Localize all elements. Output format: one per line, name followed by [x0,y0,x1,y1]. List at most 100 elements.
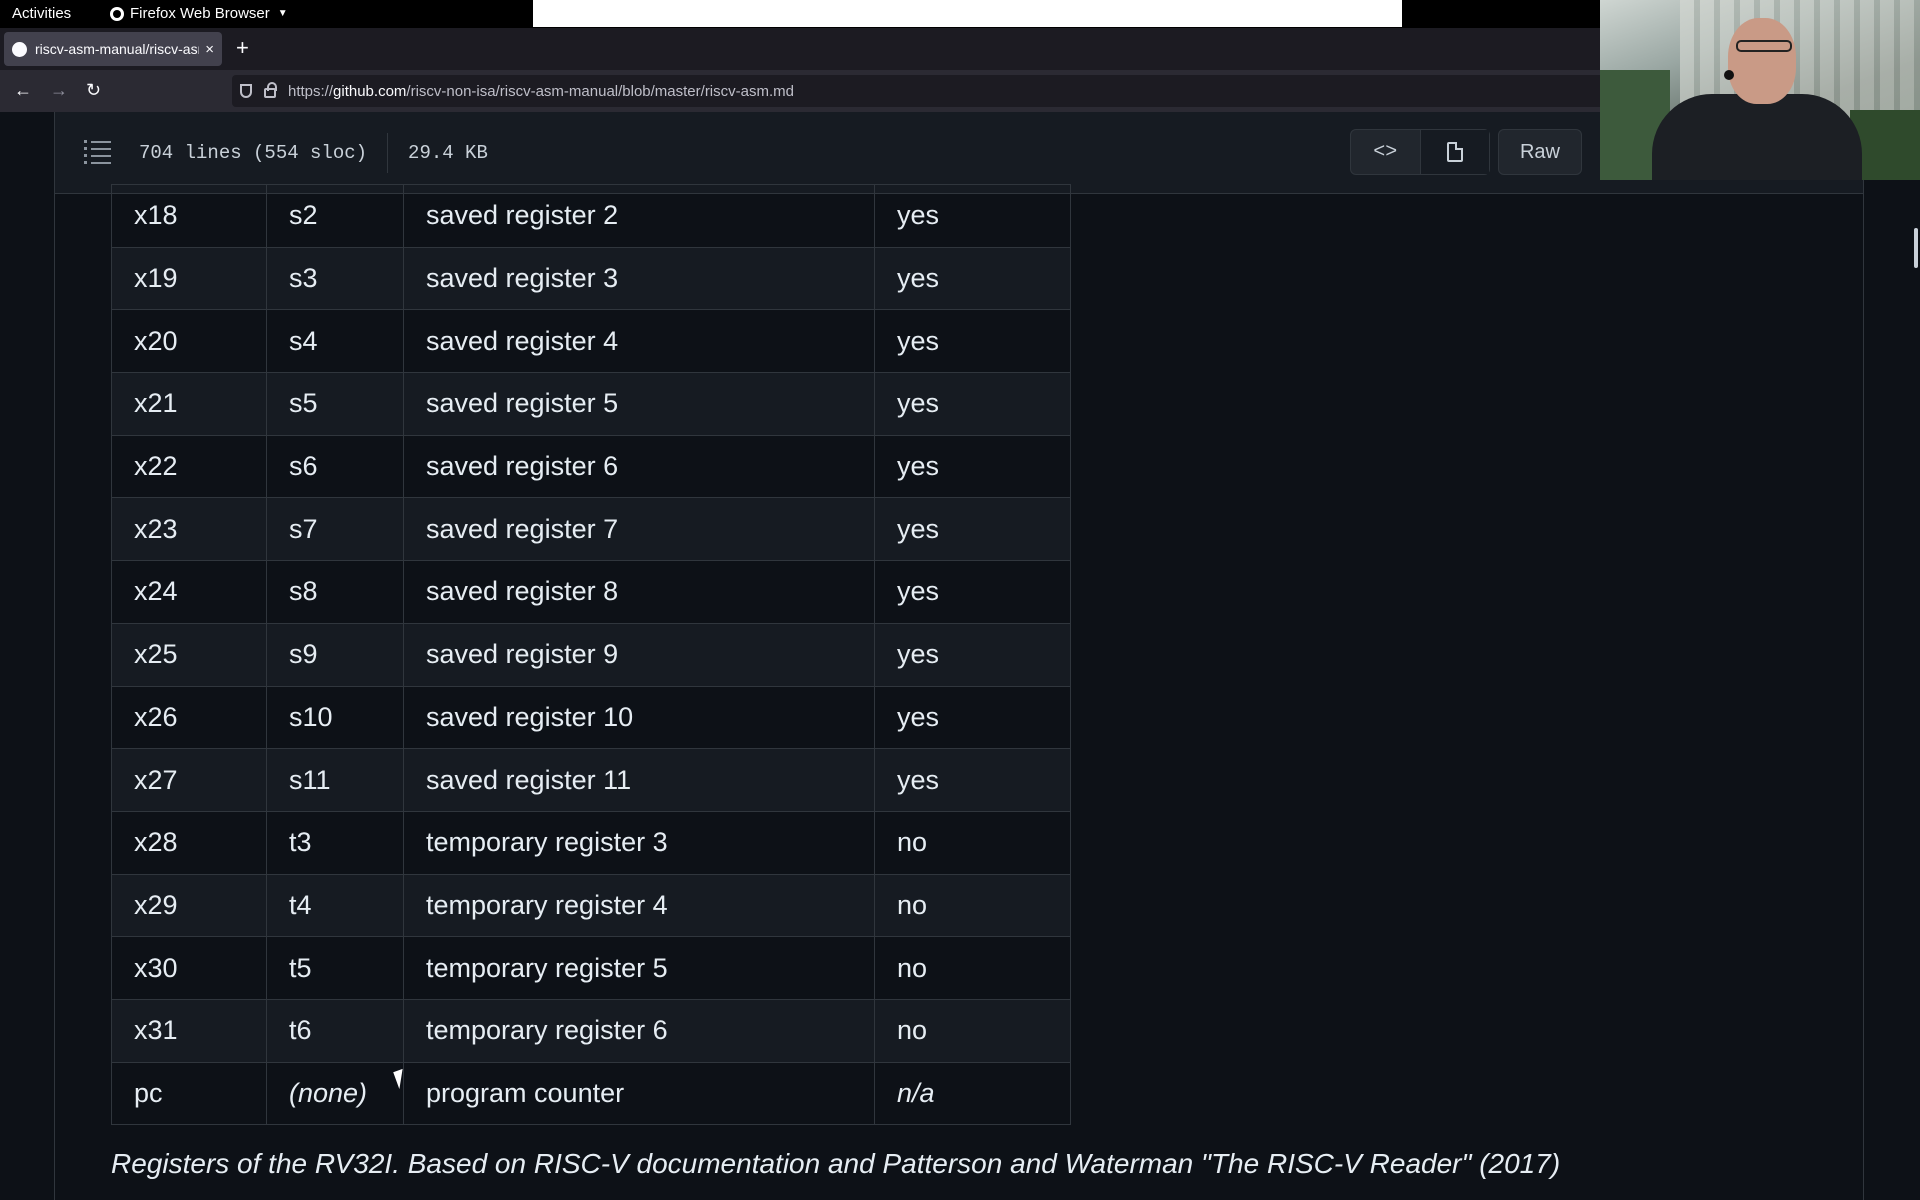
forward-arrow-icon[interactable]: → [50,80,68,101]
abi-name-cell: s5 [266,372,404,436]
url-bar[interactable]: https://github.com/riscv-non-isa/riscv-a… [232,75,1732,107]
register-name-cell: x23 [111,497,267,562]
abi-name-cell: s11 [266,748,404,812]
table-row: x24 s8 saved register 8 yes [111,560,1071,624]
saved-cell: yes [874,434,1071,499]
url-host: github.com [333,82,407,100]
abi-name-cell: t4 [266,873,404,938]
abi-name-cell: s3 [266,246,404,311]
description-cell: saved register 2 [403,184,875,248]
headset-mic-icon [1724,70,1734,80]
description-cell: saved register 3 [403,246,875,311]
file-view-button[interactable] [1419,130,1489,174]
activities-button[interactable]: Activities [12,5,71,22]
saved-cell: no [874,810,1071,875]
table-row: x19 s3 saved register 3 yes [111,246,1071,311]
app-menu[interactable]: Firefox Web Browser ▼ [110,5,288,22]
shield-icon[interactable] [240,84,252,98]
saved-cell: yes [874,309,1071,374]
description-cell: temporary register 5 [403,936,875,1000]
register-name-cell: x30 [111,936,267,1000]
saved-cell: yes [874,372,1071,436]
abi-name-cell: s7 [266,497,404,562]
table-row: x22 s6 saved register 6 yes [111,434,1071,499]
file-size: 29.4 KB [408,141,488,164]
description-cell: temporary register 6 [403,998,875,1063]
firefox-icon [110,6,124,21]
saved-cell: n/a [874,1061,1071,1126]
url-path: /riscv-non-isa/riscv-asm-manual/blob/mas… [406,82,794,100]
register-name-cell: x31 [111,998,267,1063]
description-cell: saved register 6 [403,434,875,499]
table-row: pc (none) program counter n/a [111,1061,1071,1126]
view-toggle: <> [1350,129,1490,175]
divider [387,132,389,173]
webcam-glasses [1736,40,1792,52]
code-icon[interactable]: <> [1351,130,1420,174]
register-name-cell: x19 [111,246,267,311]
description-cell: saved register 11 [403,748,875,812]
description-cell: saved register 9 [403,622,875,687]
register-name-cell: x24 [111,560,267,624]
register-name-cell: x28 [111,810,267,875]
notification-area [533,0,1402,27]
table-row: x26 s10 saved register 10 yes [111,685,1071,750]
raw-button[interactable]: Raw [1498,129,1582,175]
table-row: x18 s2 saved register 2 yes [111,184,1071,248]
table-row: x28 t3 temporary register 3 no [111,810,1071,875]
abi-name-cell: t6 [266,998,404,1063]
lock-icon[interactable] [264,82,277,98]
github-icon [12,41,27,57]
table-row: x30 t5 temporary register 5 no [111,936,1071,1000]
webcam-person-head [1728,18,1796,104]
table-row: x27 s11 saved register 11 yes [111,748,1071,812]
saved-cell: yes [874,748,1071,812]
reload-icon[interactable]: ↻ [86,80,101,101]
tab-title: riscv-asm-manual/riscv-asm.md [35,41,199,57]
description-cell: saved register 7 [403,497,875,562]
register-name-cell: x29 [111,873,267,938]
webcam-video [1600,0,1920,180]
file-header: 704 lines (554 sloc) 29.4 KB <> Raw [54,112,1864,194]
description-cell: program counter [403,1061,875,1126]
back-arrow-icon[interactable]: ← [14,80,32,101]
saved-cell: no [874,873,1071,938]
register-name-cell: x22 [111,434,267,499]
register-name-cell: x25 [111,622,267,687]
abi-name-cell: s2 [266,184,404,248]
browser-tab[interactable]: riscv-asm-manual/riscv-asm.md × [4,32,222,66]
saved-cell: yes [874,560,1071,624]
abi-name-cell: s6 [266,434,404,499]
abi-name-cell: t5 [266,936,404,1000]
webcam-person-body [1652,94,1862,180]
register-name-cell: x18 [111,184,267,248]
register-name-cell: x26 [111,685,267,750]
close-icon[interactable]: × [205,41,214,58]
new-tab-button[interactable]: + [236,35,249,61]
register-table: x18 s2 saved register 2 yes x19 s3 saved regis… [111,184,1071,1126]
abi-name-cell: t3 [266,810,404,875]
list-icon[interactable] [84,140,111,164]
abi-name-cell: s4 [266,309,404,374]
table-row: x21 s5 saved register 5 yes [111,372,1071,436]
caret-down-icon: ▼ [277,8,288,19]
register-name-cell: pc [111,1061,267,1126]
table-row: x29 t4 temporary register 4 no [111,873,1071,938]
saved-cell: yes [874,685,1071,750]
line-count: 704 lines (554 sloc) [139,141,368,164]
app-name: Firefox Web Browser [130,5,270,22]
saved-cell: no [874,936,1071,1000]
saved-cell: yes [874,622,1071,687]
description-cell: saved register 8 [403,560,875,624]
saved-cell: yes [874,497,1071,562]
file-icon [1446,142,1463,162]
description-cell: saved register 5 [403,372,875,436]
abi-name-cell: s10 [266,685,404,750]
url-prefix: https:// [288,82,334,100]
table-row: x25 s9 saved register 9 yes [111,622,1071,687]
register-name-cell: x21 [111,372,267,436]
register-name-cell: x27 [111,748,267,812]
description-cell: saved register 4 [403,309,875,374]
abi-name-cell: s9 [266,622,404,687]
scrollbar-thumb[interactable] [1914,228,1918,268]
